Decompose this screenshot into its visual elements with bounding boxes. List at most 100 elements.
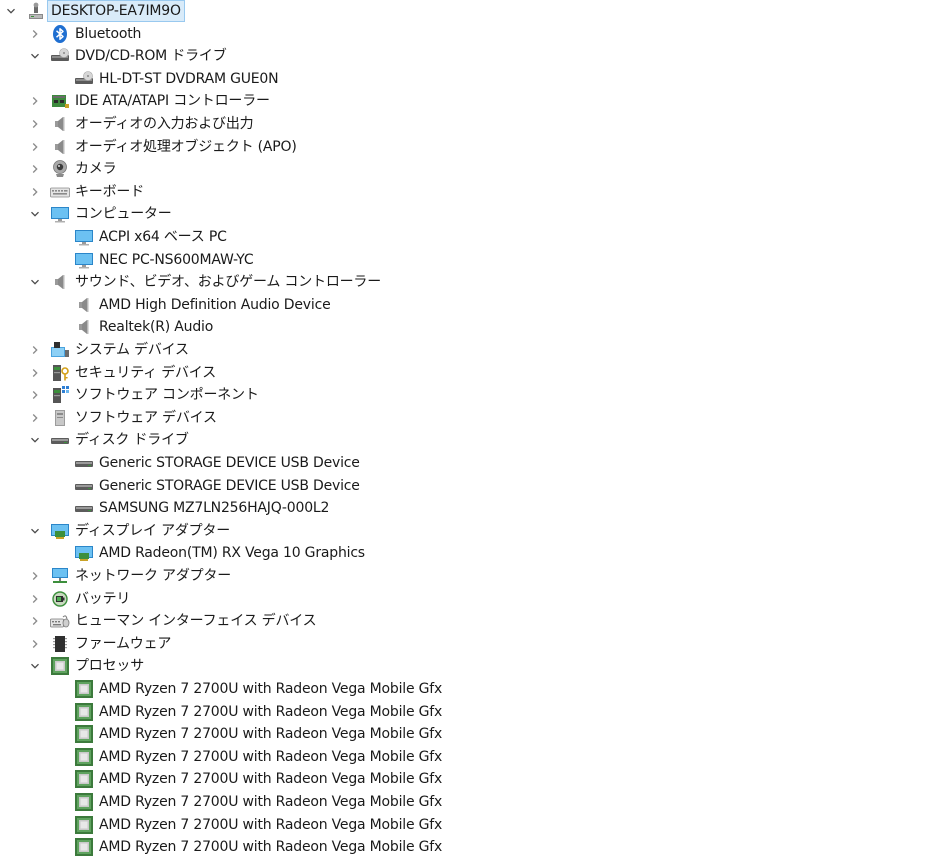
speaker-icon — [50, 114, 70, 134]
tree-node[interactable]: SAMSUNG MZ7LN256HAJQ-000L2 — [0, 497, 928, 519]
tree-node-label: ネットワーク アダプター — [75, 568, 232, 584]
chevron-right-icon[interactable] — [28, 90, 42, 112]
system-device-icon — [50, 340, 70, 360]
tree-node[interactable]: IDE ATA/ATAPI コントローラー — [0, 90, 928, 112]
tree-node[interactable]: ソフトウェア コンポーネント — [0, 384, 928, 406]
tree-node-label: システム デバイス — [75, 342, 189, 358]
tree-node[interactable]: NEC PC-NS600MAW-YC — [0, 249, 928, 271]
chevron-right-icon[interactable] — [28, 158, 42, 180]
computer-root-icon — [26, 1, 46, 21]
tree-node-label: DESKTOP-EA7IM9O — [47, 0, 185, 22]
disk-drive-icon — [50, 430, 70, 450]
tree-node[interactable]: AMD Ryzen 7 2700U with Radeon Vega Mobil… — [0, 814, 928, 836]
chevron-right-icon[interactable] — [28, 339, 42, 361]
monitor-icon — [74, 250, 94, 270]
ide-controller-icon — [50, 91, 70, 111]
speaker-icon — [50, 137, 70, 157]
tree-node[interactable]: AMD Radeon(TM) RX Vega 10 Graphics — [0, 542, 928, 564]
tree-node[interactable]: キーボード — [0, 181, 928, 203]
tree-node[interactable]: ファームウェア — [0, 633, 928, 655]
tree-node[interactable]: AMD Ryzen 7 2700U with Radeon Vega Mobil… — [0, 836, 928, 858]
processor-icon — [74, 815, 94, 835]
tree-node-label: AMD Ryzen 7 2700U with Radeon Vega Mobil… — [99, 816, 443, 833]
tree-node-label: バッテリ — [75, 590, 131, 607]
tree-node-label: NEC PC-NS600MAW-YC — [99, 251, 254, 268]
keyboard-icon — [50, 182, 70, 202]
battery-icon — [50, 589, 70, 609]
software-device-icon — [50, 408, 70, 428]
tree-node[interactable]: サウンド、ビデオ、およびゲーム コントローラー — [0, 271, 928, 293]
processor-icon — [50, 656, 70, 676]
tree-node[interactable]: カメラ — [0, 158, 928, 180]
monitor-icon — [74, 227, 94, 247]
chevron-down-icon[interactable] — [28, 429, 42, 451]
hid-icon — [50, 611, 70, 631]
tree-node[interactable]: セキュリティ デバイス — [0, 362, 928, 384]
tree-node[interactable]: ACPI x64 ベース PC — [0, 226, 928, 248]
disk-drive-icon — [74, 498, 94, 518]
tree-node[interactable]: AMD Ryzen 7 2700U with Radeon Vega Mobil… — [0, 768, 928, 790]
tree-node[interactable]: DVD/CD-ROM ドライブ — [0, 45, 928, 67]
tree-node[interactable]: ソフトウェア デバイス — [0, 407, 928, 429]
tree-node[interactable]: AMD High Definition Audio Device — [0, 294, 928, 316]
tree-node[interactable]: AMD Ryzen 7 2700U with Radeon Vega Mobil… — [0, 678, 928, 700]
processor-icon — [74, 769, 94, 789]
tree-node-label: HL-DT-ST DVDRAM GUE0N — [99, 70, 279, 87]
tree-node[interactable]: プロセッサ — [0, 655, 928, 677]
tree-node[interactable]: AMD Ryzen 7 2700U with Radeon Vega Mobil… — [0, 791, 928, 813]
processor-icon — [74, 724, 94, 744]
tree-node[interactable]: ネットワーク アダプター — [0, 565, 928, 587]
chevron-down-icon[interactable] — [28, 271, 42, 293]
speaker-icon — [50, 272, 70, 292]
chevron-right-icon[interactable] — [28, 23, 42, 45]
tree-node-label: ソフトウェア コンポーネント — [75, 387, 259, 404]
chevron-right-icon[interactable] — [28, 113, 42, 135]
chevron-right-icon[interactable] — [28, 136, 42, 158]
chevron-right-icon[interactable] — [28, 610, 42, 632]
tree-node-label: AMD Ryzen 7 2700U with Radeon Vega Mobil… — [99, 703, 443, 720]
tree-node[interactable]: ヒューマン インターフェイス デバイス — [0, 610, 928, 632]
disk-drive-icon — [74, 476, 94, 496]
tree-node-label: セキュリティ デバイス — [75, 364, 216, 381]
display-adapter-icon — [50, 521, 70, 541]
chevron-right-icon[interactable] — [28, 181, 42, 203]
tree-node-label: AMD Radeon(TM) RX Vega 10 Graphics — [99, 545, 365, 562]
tree-node[interactable]: AMD Ryzen 7 2700U with Radeon Vega Mobil… — [0, 746, 928, 768]
tree-node[interactable]: オーディオ処理オブジェクト (APO) — [0, 136, 928, 158]
chevron-down-icon[interactable] — [28, 45, 42, 67]
tree-node[interactable]: Bluetooth — [0, 23, 928, 45]
tree-node[interactable]: AMD Ryzen 7 2700U with Radeon Vega Mobil… — [0, 701, 928, 723]
tree-node[interactable]: AMD Ryzen 7 2700U with Radeon Vega Mobil… — [0, 723, 928, 745]
chevron-right-icon[interactable] — [28, 384, 42, 406]
chevron-down-icon[interactable] — [28, 203, 42, 225]
processor-icon — [74, 747, 94, 767]
chevron-down-icon[interactable] — [4, 0, 18, 22]
chevron-right-icon[interactable] — [28, 565, 42, 587]
chevron-right-icon[interactable] — [28, 407, 42, 429]
processor-icon — [74, 837, 94, 857]
tree-node-label: Realtek(R) Audio — [99, 319, 214, 336]
tree-node[interactable]: システム デバイス — [0, 339, 928, 361]
tree-node[interactable]: オーディオの入力および出力 — [0, 113, 928, 135]
tree-node[interactable]: ディスク ドライブ — [0, 429, 928, 451]
tree-node[interactable]: Generic STORAGE DEVICE USB Device — [0, 452, 928, 474]
disk-drive-icon — [74, 453, 94, 473]
chevron-right-icon[interactable] — [28, 588, 42, 610]
tree-node[interactable]: ディスプレイ アダプター — [0, 520, 928, 542]
tree-node-label: SAMSUNG MZ7LN256HAJQ-000L2 — [99, 500, 330, 517]
optical-drive-icon — [74, 69, 94, 89]
tree-node[interactable]: Realtek(R) Audio — [0, 316, 928, 338]
tree-node[interactable]: DESKTOP-EA7IM9O — [0, 0, 928, 22]
tree-node[interactable]: バッテリ — [0, 588, 928, 610]
camera-icon — [50, 159, 70, 179]
tree-node[interactable]: Generic STORAGE DEVICE USB Device — [0, 475, 928, 497]
tree-node-label: AMD Ryzen 7 2700U with Radeon Vega Mobil… — [99, 794, 443, 810]
chevron-down-icon[interactable] — [28, 520, 42, 542]
tree-node[interactable]: コンピューター — [0, 203, 928, 225]
chevron-right-icon[interactable] — [28, 362, 42, 384]
tree-node-label: ソフトウェア デバイス — [75, 409, 217, 426]
tree-node[interactable]: HL-DT-ST DVDRAM GUE0N — [0, 68, 928, 90]
chevron-right-icon[interactable] — [28, 633, 42, 655]
chevron-down-icon[interactable] — [28, 655, 42, 677]
speaker-icon — [74, 295, 94, 315]
